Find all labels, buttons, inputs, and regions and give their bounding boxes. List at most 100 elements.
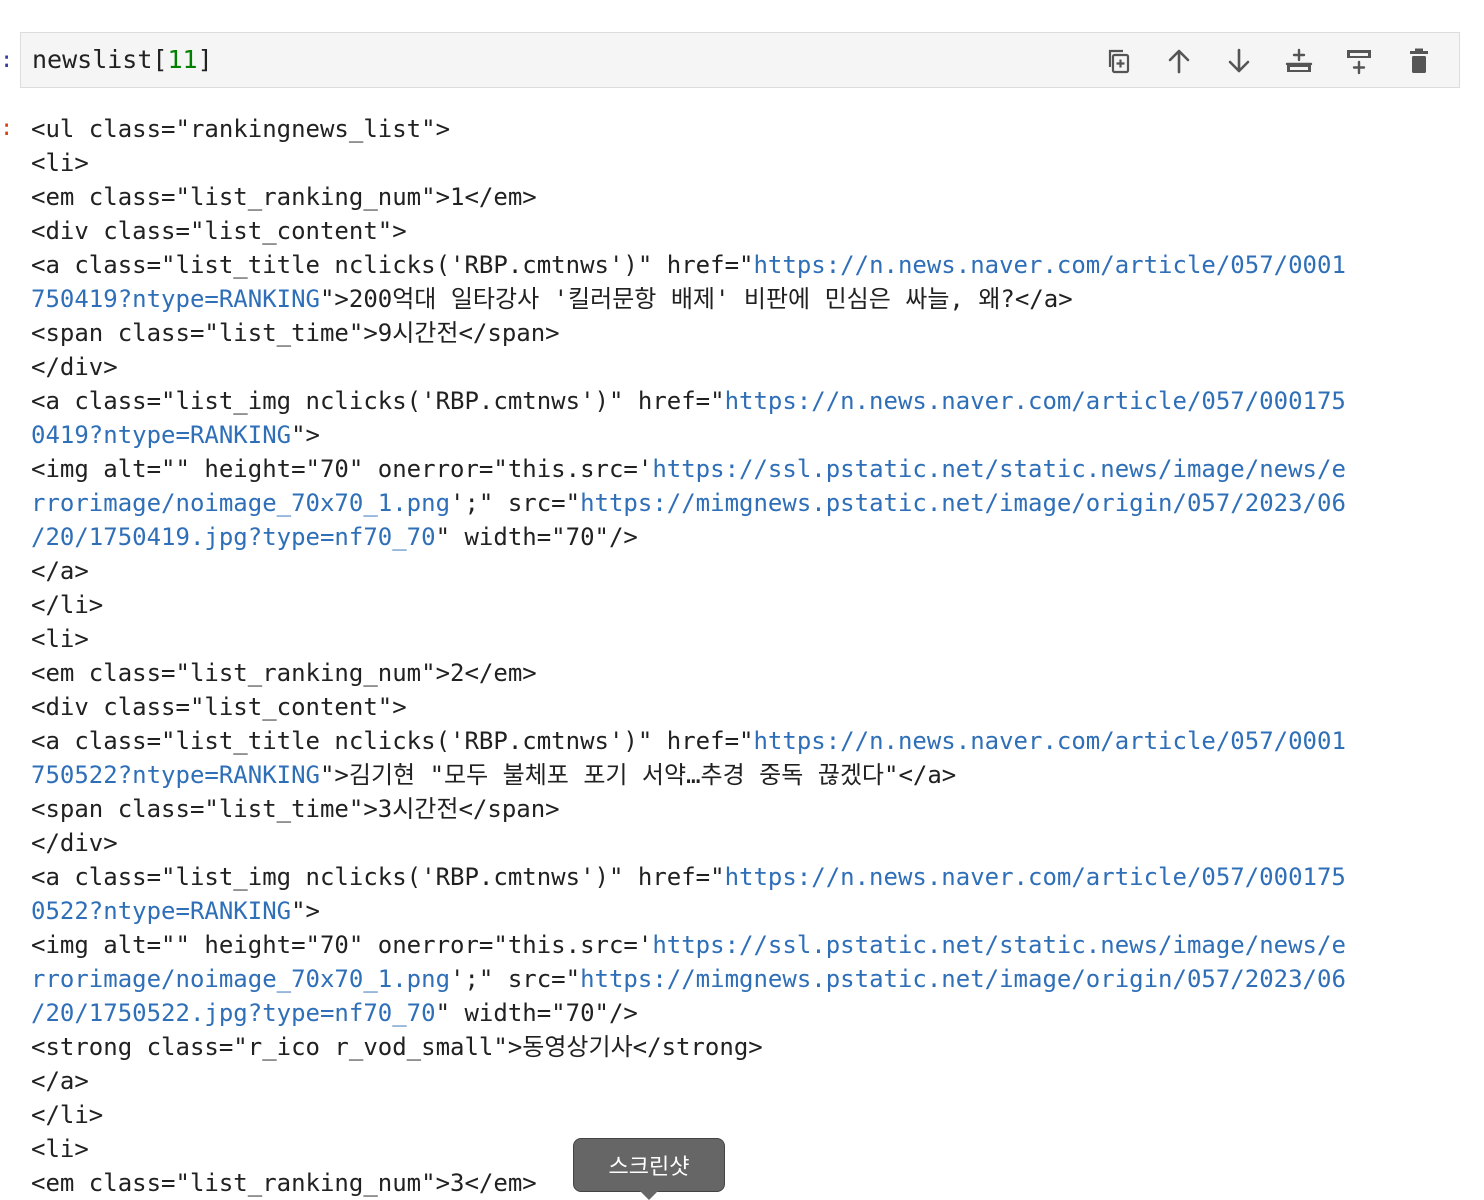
output-link[interactable]: 0419?ntype=RANKING: [31, 421, 291, 449]
output-text: <div class="list_content">: [31, 217, 407, 245]
output-text: <a class="list_img nclicks('RBP.cmtnws')…: [31, 863, 725, 891]
output-line: /20/1750419.jpg?type=nf70_70" width="70"…: [31, 520, 1461, 554]
output-line: <img alt="" height="70" onerror="this.sr…: [31, 928, 1461, 962]
output-line: <div class="list_content">: [31, 214, 1461, 248]
output-line: 750522?ntype=RANKING">김기현 "모두 불체포 포기 서약……: [31, 758, 1461, 792]
output-text: <li>: [31, 1135, 89, 1163]
insert-above-icon: [1285, 48, 1313, 72]
output-text: </div>: [31, 829, 118, 857]
output-prompt: :: [0, 116, 14, 141]
output-line: </div>: [31, 826, 1461, 860]
output-text: <strong class="r_ico r_vod_small">동영상기사<…: [31, 1033, 763, 1061]
output-line: <em class="list_ranking_num">1</em>: [31, 180, 1461, 214]
output-link[interactable]: /20/1750522.jpg?type=nf70_70: [31, 999, 436, 1027]
code-close-bracket: ]: [197, 45, 213, 74]
output-line: </div>: [31, 350, 1461, 384]
output-text: <img alt="" height="70" onerror="this.sr…: [31, 931, 653, 959]
output-line: <a class="list_title nclicks('RBP.cmtnws…: [31, 724, 1461, 758]
code-input-cell[interactable]: newslist[11]: [20, 32, 1460, 88]
output-line: </li>: [31, 1098, 1461, 1132]
output-text: ">김기현 "모두 불체포 포기 서약…추경 중독 끊겠다"</a>: [319, 761, 957, 789]
output-link[interactable]: https://mimgnews.pstatic.net/image/origi…: [580, 489, 1346, 517]
output-link[interactable]: /20/1750419.jpg?type=nf70_70: [31, 523, 436, 551]
delete-cell-button[interactable]: [1389, 43, 1449, 79]
output-text: <a class="list_title nclicks('RBP.cmtnws…: [31, 727, 754, 755]
output-line: rrorimage/noimage_70x70_1.png';" src="ht…: [31, 962, 1461, 996]
duplicate-cell-button[interactable]: [1089, 43, 1149, 79]
output-text: </div>: [31, 353, 118, 381]
output-text: ">: [291, 897, 320, 925]
output-text: <li>: [31, 149, 89, 177]
output-link[interactable]: 0522?ntype=RANKING: [31, 897, 291, 925]
output-text: <a class="list_img nclicks('RBP.cmtnws')…: [31, 387, 725, 415]
output-text: <li>: [31, 625, 89, 653]
move-down-button[interactable]: [1209, 43, 1269, 79]
output-line: rrorimage/noimage_70x70_1.png';" src="ht…: [31, 486, 1461, 520]
output-text: ';" src=": [450, 489, 581, 517]
output-text: ">: [291, 421, 320, 449]
output-link[interactable]: https://n.news.naver.com/article/057/000…: [753, 251, 1345, 279]
insert-below-icon: [1347, 50, 1371, 75]
output-line: <li>: [31, 1132, 1461, 1166]
output-line: <li>: [31, 622, 1461, 656]
output-text: " width="70"/>: [435, 523, 638, 551]
output-line: </li>: [31, 588, 1461, 622]
output-text: </a>: [31, 557, 89, 585]
output-link[interactable]: 750522?ntype=RANKING: [31, 761, 320, 789]
output-link[interactable]: rrorimage/noimage_70x70_1.png: [31, 965, 450, 993]
trash-icon: [1410, 48, 1428, 73]
output-text: <em class="list_ranking_num">2</em>: [31, 659, 537, 687]
output-text: <div class="list_content">: [31, 693, 407, 721]
output-line: /20/1750522.jpg?type=nf70_70" width="70"…: [31, 996, 1461, 1030]
output-text: <ul class="rankingnews_list">: [31, 115, 451, 143]
output-text: ';" src=": [450, 965, 581, 993]
arrow-up-icon: [1168, 49, 1190, 74]
output-line: 0419?ntype=RANKING">: [31, 418, 1461, 452]
output-line: <ul class="rankingnews_list">: [31, 112, 1461, 146]
output-text: <em class="list_ranking_num">3</em>: [31, 1169, 537, 1197]
output-text: " width="70"/>: [435, 999, 638, 1027]
insert-cell-below-button[interactable]: [1329, 43, 1389, 79]
output-text: <em class="list_ranking_num">1</em>: [31, 183, 537, 211]
output-text: ">200억대 일타강사 '킬러문항 배제' 비판에 민심은 싸늘, 왜?</a…: [319, 285, 1073, 313]
output-text: </li>: [31, 591, 104, 619]
output-line: </a>: [31, 554, 1461, 588]
output-line: 0522?ntype=RANKING">: [31, 894, 1461, 928]
output-line: <a class="list_img nclicks('RBP.cmtnws')…: [31, 860, 1461, 894]
output-link[interactable]: https://n.news.naver.com/article/057/000…: [725, 863, 1346, 891]
output-text: <span class="list_time">3시간전</span>: [31, 795, 560, 823]
tooltip-arrow: [637, 1188, 661, 1200]
output-text: </a>: [31, 1067, 89, 1095]
code-line[interactable]: newslist[11]: [32, 44, 213, 76]
code-index-number: 11: [167, 45, 198, 74]
output-line: <img alt="" height="70" onerror="this.sr…: [31, 452, 1461, 486]
output-text: <span class="list_time">9시간전</span>: [31, 319, 560, 347]
output-line: 750419?ntype=RANKING">200억대 일타강사 '킬러문항 배…: [31, 282, 1461, 316]
cell-toolbar: [1089, 43, 1449, 79]
output-text: <img alt="" height="70" onerror="this.sr…: [31, 455, 653, 483]
output-line: <a class="list_title nclicks('RBP.cmtnws…: [31, 248, 1461, 282]
output-line: <em class="list_ranking_num">2</em>: [31, 656, 1461, 690]
output-link[interactable]: https://n.news.naver.com/article/057/000…: [725, 387, 1346, 415]
output-line: <div class="list_content">: [31, 690, 1461, 724]
output-link[interactable]: https://n.news.naver.com/article/057/000…: [753, 727, 1345, 755]
output-line: <li>: [31, 146, 1461, 180]
output-link[interactable]: https://ssl.pstatic.net/static.news/imag…: [652, 931, 1346, 959]
output-link[interactable]: https://ssl.pstatic.net/static.news/imag…: [652, 455, 1346, 483]
arrow-down-icon: [1228, 48, 1250, 73]
insert-cell-above-button[interactable]: [1269, 43, 1329, 79]
output-text: </li>: [31, 1101, 104, 1129]
move-up-button[interactable]: [1149, 43, 1209, 79]
output-line: <span class="list_time">3시간전</span>: [31, 792, 1461, 826]
output-link[interactable]: https://mimgnews.pstatic.net/image/origi…: [580, 965, 1346, 993]
screenshot-tooltip: 스크린샷: [573, 1138, 725, 1192]
output-link[interactable]: rrorimage/noimage_70x70_1.png: [31, 489, 450, 517]
duplicate-icon: [1108, 49, 1130, 74]
output-line: <em class="list_ranking_num">3</em>: [31, 1166, 1461, 1200]
output-line: <a class="list_img nclicks('RBP.cmtnws')…: [31, 384, 1461, 418]
cell-output: <ul class="rankingnews_list"> <li> <em cla…: [31, 112, 1461, 1200]
output-line: </a>: [31, 1064, 1461, 1098]
output-link[interactable]: 750419?ntype=RANKING: [31, 285, 320, 313]
output-line: <strong class="r_ico r_vod_small">동영상기사<…: [31, 1030, 1461, 1064]
output-line: <span class="list_time">9시간전</span>: [31, 316, 1461, 350]
